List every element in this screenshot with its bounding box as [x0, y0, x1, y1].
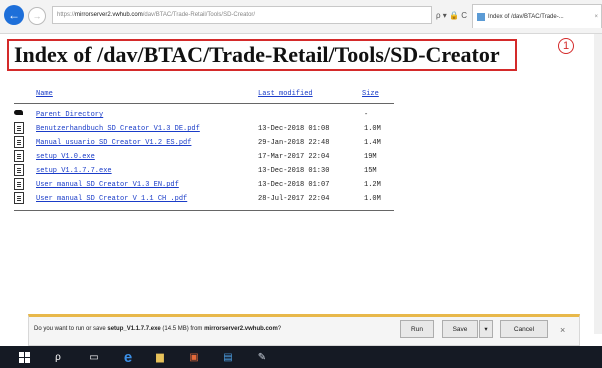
file-icon	[14, 192, 24, 204]
address-path: /dav/BTAC/Trade-Retail/Tools/SD-Creator/	[142, 12, 256, 18]
download-prompt-text: Do you want to run or save	[34, 326, 108, 332]
list-item[interactable]: User manual SD Creator V1.3 EN.pdf 13-De…	[14, 178, 414, 191]
page-title: Index of /dav/BTAC/Trade-Retail/Tools/SD…	[14, 42, 500, 67]
file-size: 1.0M	[364, 125, 381, 133]
file-icon	[14, 122, 24, 134]
file-size: 1.0M	[364, 195, 381, 203]
file-size: 1.2M	[364, 181, 381, 189]
file-link[interactable]: Parent Directory	[36, 111, 103, 119]
run-button[interactable]: Run	[400, 320, 434, 338]
column-header-size[interactable]: Size	[362, 90, 379, 98]
file-modified: 13-Dec-2018 01:07	[258, 181, 330, 189]
parent-directory-icon	[14, 108, 24, 120]
file-link[interactable]: User manual SD Creator V1.3 EN.pdf	[36, 181, 179, 189]
download-file-name: setup_V1.1.7.7.exe	[107, 326, 161, 332]
media-player-icon[interactable]: ▣	[186, 349, 202, 365]
save-button[interactable]: Save	[442, 320, 478, 338]
divider-top	[14, 103, 394, 104]
download-prompt-end: ?	[277, 326, 282, 332]
file-icon	[14, 164, 24, 176]
address-prefix: https://	[57, 12, 76, 18]
tab-title: Index of /dav/BTAC/Trade-...	[488, 13, 564, 20]
file-modified: 13-Dec-2018 01:08	[258, 125, 330, 133]
file-size: 1.4M	[364, 139, 381, 147]
file-icon	[14, 136, 24, 148]
column-header-modified[interactable]: Last modified	[258, 90, 313, 98]
list-item[interactable]: setup V1.0.exe 17-Mar-2017 22:04 19M	[14, 150, 414, 163]
close-icon[interactable]: ×	[560, 325, 565, 335]
file-icon	[14, 150, 24, 162]
page-favicon-icon	[477, 12, 485, 21]
edge-icon[interactable]: e	[120, 349, 136, 366]
cancel-button[interactable]: Cancel	[500, 320, 548, 338]
list-item[interactable]: Manual usuario SD Creator V1.2 ES.pdf 29…	[14, 136, 414, 149]
search-icon[interactable]: ρ	[50, 349, 66, 365]
file-link[interactable]: setup V1.0.exe	[36, 153, 95, 161]
browser-tab[interactable]: Index of /dav/BTAC/Trade-... ×	[472, 4, 602, 28]
download-prompt: Do you want to run or save setup_V1.1.7.…	[34, 326, 281, 332]
task-view-icon[interactable]: ▭	[86, 349, 102, 365]
forward-button[interactable]: →	[28, 7, 46, 25]
file-link[interactable]: User manual SD Creator V 1.1 CH .pdf	[36, 195, 187, 203]
file-link[interactable]: setup V1.1.7.7.exe	[36, 167, 112, 175]
address-actions-icons: ρ ▾ 🔒 C	[436, 10, 467, 20]
store-icon[interactable]: ▤	[220, 349, 236, 365]
tab-close-icon[interactable]: ×	[594, 14, 598, 20]
file-modified: 13-Dec-2018 01:30	[258, 167, 330, 175]
address-actions[interactable]: ρ ▾ 🔒 C	[436, 6, 467, 24]
file-link[interactable]: Manual usuario SD Creator V1.2 ES.pdf	[36, 139, 191, 147]
file-link[interactable]: Benutzerhandbuch SD Creator V1.3 DE.pdf	[36, 125, 200, 133]
file-modified: 17-Mar-2017 22:04	[258, 153, 330, 161]
file-size: 19M	[364, 153, 377, 161]
column-header-name[interactable]: Name	[36, 90, 53, 98]
scrollbar[interactable]	[594, 34, 602, 334]
list-item[interactable]: Benutzerhandbuch SD Creator V1.3 DE.pdf …	[14, 122, 414, 135]
download-file-size: (14.5 MB) from	[160, 326, 205, 332]
file-size: 15M	[364, 167, 377, 175]
app-icon[interactable]: ✎	[254, 349, 270, 365]
file-modified: 29-Jan-2018 22:48	[258, 139, 330, 147]
save-options-button[interactable]: ▾	[479, 320, 493, 338]
windows-start-icon[interactable]	[16, 349, 32, 365]
file-icon	[14, 178, 24, 190]
file-size: -	[364, 111, 369, 119]
file-modified: 28-Jul-2017 22:04	[258, 195, 330, 203]
back-arrow-icon: ←	[8, 8, 20, 22]
list-item[interactable]: Parent Directory -	[14, 108, 414, 121]
divider-bottom	[14, 210, 394, 211]
list-item[interactable]: User manual SD Creator V 1.1 CH .pdf 28-…	[14, 192, 414, 205]
address-host: mirrorserver2.vwhub.com	[75, 12, 143, 18]
taskbar: ρ ▭ e ▆ ▣ ▤ ✎	[0, 346, 602, 368]
download-server: mirrorserver2.vwhub.com	[204, 326, 278, 332]
file-explorer-icon[interactable]: ▆	[152, 349, 168, 365]
annotation-marker: 1	[558, 38, 574, 54]
address-bar[interactable]: https://mirrorserver2.vwhub.com/dav/BTAC…	[52, 6, 432, 24]
back-button[interactable]: ←	[4, 5, 24, 25]
browser-toolbar: ← → https://mirrorserver2.vwhub.com/dav/…	[0, 0, 602, 34]
list-item[interactable]: setup V1.1.7.7.exe 13-Dec-2018 01:30 15M	[14, 164, 414, 177]
